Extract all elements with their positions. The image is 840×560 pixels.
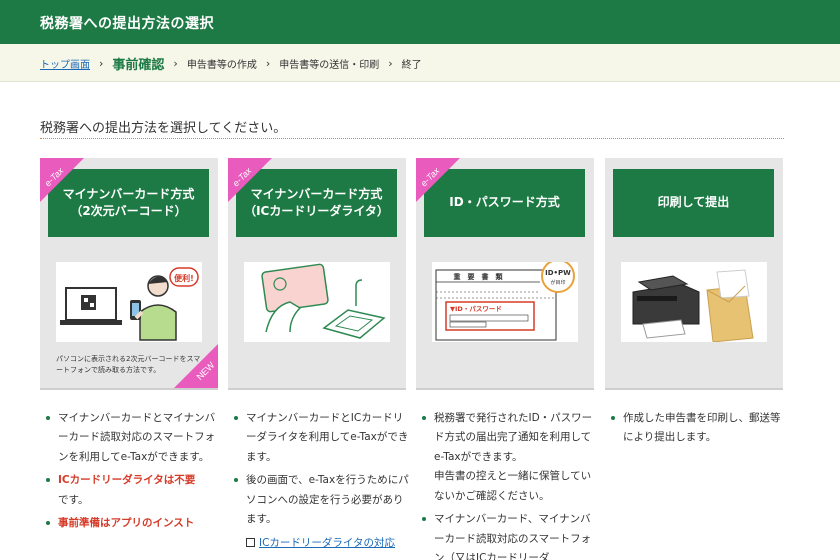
image-badge-top: ID•PW xyxy=(545,269,571,277)
list-item: マイナンバーカードとICカードリーダライタを利用してe-Taxができます。 xyxy=(234,409,412,467)
document-icon xyxy=(246,537,255,547)
list-item: 事前準備はアプリのインスト xyxy=(46,514,224,533)
image-badge: 便利! xyxy=(174,273,194,283)
heading-divider xyxy=(40,138,784,139)
list-note: 申告書の控えと一緒に保管していないかご確認ください。 xyxy=(434,470,592,502)
description-mynumber-qr: マイナンバーカードとマイナンバーカード読取対応のスマートフォンを利用してe-Ta… xyxy=(46,409,224,538)
qr-smartphone-illustration: 便利! xyxy=(56,262,202,342)
chevron-right-icon: › xyxy=(99,56,104,70)
section-heading: 税務署への提出方法を選択してください。 xyxy=(40,121,287,136)
description-id-password: 税務署で発行されたID・パスワード方式の届出完了通知を利用してe-Taxができま… xyxy=(422,409,600,560)
list-item: 作成した申告書を印刷し、郵送等により提出します。 xyxy=(611,409,789,448)
page-title: 税務署への提出方法の選択 xyxy=(40,16,214,32)
image-badge-bottom: が目印 xyxy=(550,279,565,286)
option-title: 印刷して提出 xyxy=(657,195,730,210)
image-label: ▼ID・パスワード xyxy=(450,304,502,313)
image-doc-title: 重 要 書 類 xyxy=(454,272,504,281)
breadcrumb-step-send: 申告書等の送信・印刷 xyxy=(279,59,380,71)
option-card-print[interactable]: 印刷して提出 xyxy=(605,158,783,390)
chevron-right-icon: › xyxy=(173,56,178,70)
option-print-button[interactable]: 印刷して提出 xyxy=(613,169,774,237)
id-password-notice-illustration: 重 要 書 類 ▼ID・パスワード ID•PW が目印 xyxy=(432,262,578,342)
chevron-right-icon: › xyxy=(388,56,393,70)
title-bar: 税務署への提出方法の選択 xyxy=(0,0,840,44)
option-card-mynumber-ic[interactable]: マイナンバーカード方式 （ICカードリーダライタ） e-Tax xyxy=(228,158,406,390)
list-item: マイナンバーカードとマイナンバーカード読取対応のスマートフォンを利用してe-Ta… xyxy=(46,409,224,467)
list-item: マイナンバーカード、マイナンバーカード読取対応のスマートフォン（又はICカードリ… xyxy=(422,510,600,560)
chevron-right-icon: › xyxy=(265,56,271,70)
breadcrumb: トップ画面 › 事前確認 › 申告書等の作成 › 申告書等の送信・印刷 › 終了 xyxy=(40,44,422,82)
list-item: ICカードリーダライタは不要 です。 xyxy=(46,471,224,510)
breadcrumb-step-create: 申告書等の作成 xyxy=(186,59,257,71)
ic-reader-support-link[interactable]: ICカードリーダライタの対応 xyxy=(234,534,412,553)
breadcrumb-step-end: 終了 xyxy=(401,59,422,71)
printer-envelope-illustration xyxy=(621,262,767,342)
breadcrumb-bar: トップ画面 › 事前確認 › 申告書等の作成 › 申告書等の送信・印刷 › 終了 xyxy=(0,44,840,82)
description-mynumber-ic: マイナンバーカードとICカードリーダライタを利用してe-Taxができます。 後の… xyxy=(234,409,412,553)
option-card-id-password[interactable]: ID・パスワード方式 e-Tax 重 要 書 類 ▼ID・パスワード ID•PW… xyxy=(416,158,594,390)
description-print: 作成した申告書を印刷し、郵送等により提出します。 xyxy=(611,409,789,452)
option-title: ID・パスワード方式 xyxy=(449,195,560,210)
breadcrumb-current: 事前確認 xyxy=(112,57,165,73)
ic-card-reader-illustration xyxy=(244,262,390,342)
breadcrumb-top-link[interactable]: トップ画面 xyxy=(40,56,90,71)
option-card-mynumber-qr[interactable]: マイナンバーカード方式 （2次元バーコード） e-Tax 便利! パソコンに表示… xyxy=(40,158,218,390)
list-item: 後の画面で、e-Taxを行うためにパソコンへの設定を行う必要があります。 xyxy=(234,471,412,529)
list-item: 税務署で発行されたID・パスワード方式の届出完了通知を利用してe-Taxができま… xyxy=(422,409,600,467)
